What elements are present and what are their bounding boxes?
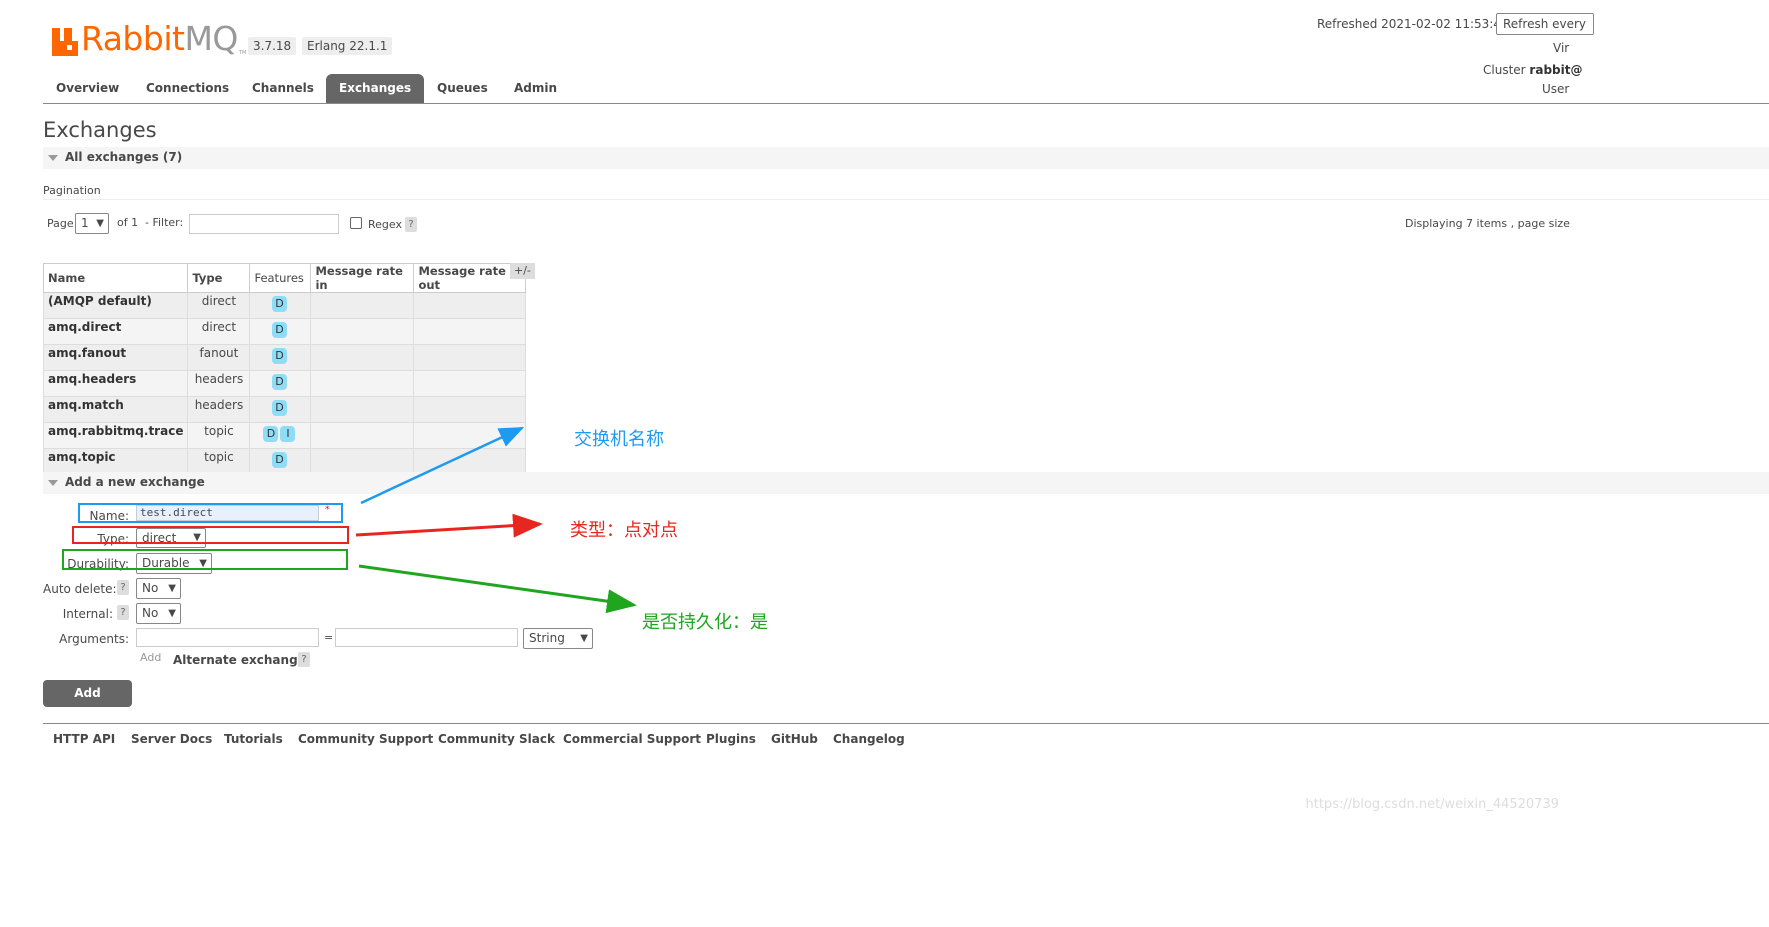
watermark: https://blog.csdn.net/weixin_44520739 [1305,797,1559,812]
durability-arrow [358,564,637,614]
type-arrow [355,513,543,538]
type-annotation: 类型：点对点 [570,520,678,541]
name-arrow [360,426,525,505]
name-annotation: 交换机名称 [574,429,664,450]
durability-annotation: 是否持久化：是 [642,612,768,633]
annotation-arrows [355,426,637,614]
